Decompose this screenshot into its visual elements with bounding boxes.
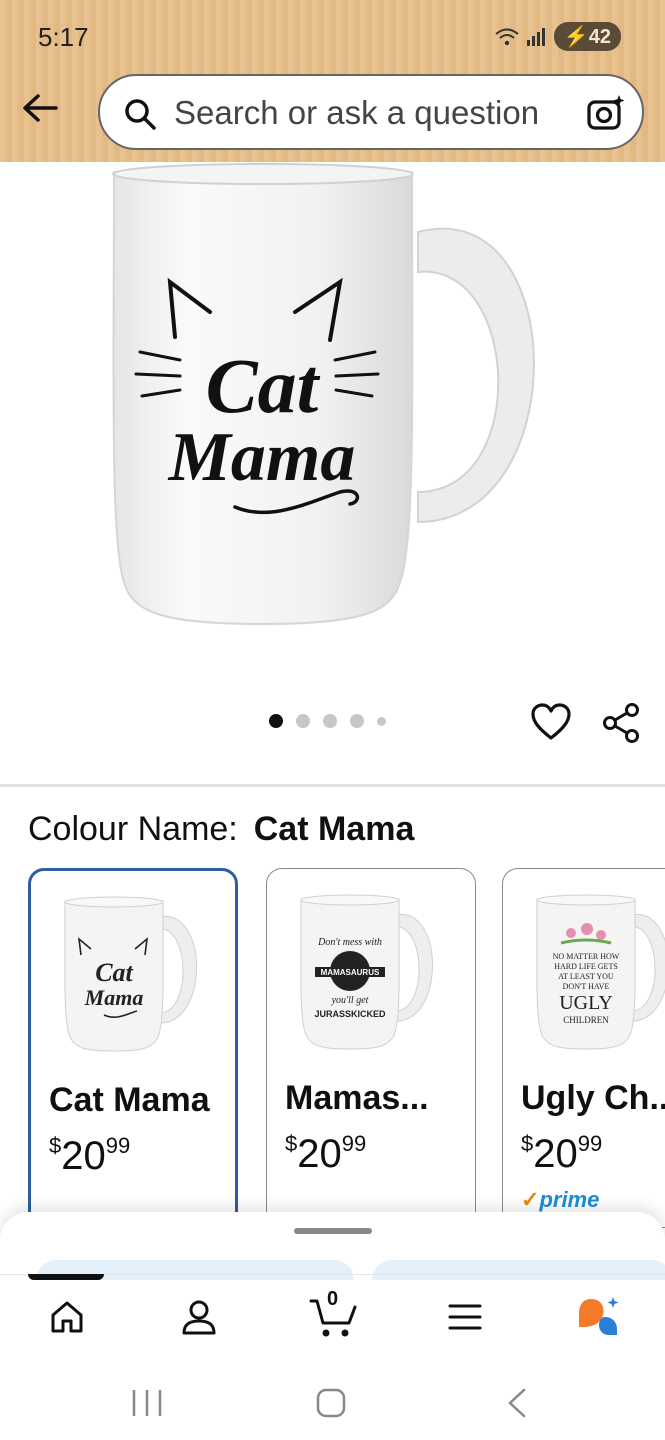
- system-back-icon[interactable]: [504, 1388, 532, 1418]
- search-icon: [125, 99, 156, 130]
- swatch-name: Mamas...: [285, 1079, 429, 1117]
- active-tab-indicator: [28, 1274, 104, 1280]
- swatch-price: $2099: [285, 1131, 366, 1177]
- variation-label-row: Colour Name: Cat Mama: [28, 810, 414, 849]
- price-cents: 99: [341, 1131, 367, 1156]
- search-bar[interactable]: Search or ask a question: [98, 74, 644, 150]
- battery-bolt-icon: ⚡: [563, 26, 589, 48]
- svg-text:you'll get: you'll get: [331, 995, 369, 1006]
- swatch-name: Ugly Ch...: [521, 1079, 665, 1117]
- carousel-dot[interactable]: [323, 714, 337, 728]
- svg-text:UGLY: UGLY: [559, 992, 613, 1014]
- wishlist-button[interactable]: [530, 702, 572, 749]
- menu-icon: [448, 1304, 482, 1330]
- variation-swatch-ugly-children[interactable]: NO MATTER HOW HARD LIFE GETS AT LEAST YO…: [502, 868, 665, 1228]
- swatch-price: $2099: [49, 1133, 130, 1179]
- heart-icon: [531, 703, 571, 740]
- price-whole: 20: [61, 1134, 106, 1178]
- prime-check-icon: ✓: [521, 1187, 540, 1212]
- swatch-price: $2099: [521, 1131, 602, 1177]
- svg-text:HARD LIFE GETS: HARD LIFE GETS: [554, 962, 618, 971]
- svg-text:AT LEAST YOU: AT LEAST YOU: [558, 972, 614, 981]
- carousel-dot[interactable]: [377, 716, 386, 726]
- colour-selected-value: Cat Mama: [253, 810, 415, 848]
- battery-level: 42: [588, 26, 611, 48]
- nav-cart[interactable]: 0: [306, 1288, 362, 1342]
- svg-text:JURASSKICKED: JURASSKICKED: [314, 1009, 386, 1019]
- price-whole: 20: [533, 1132, 578, 1176]
- svg-text:Don't mess with: Don't mess with: [317, 937, 382, 948]
- variation-swatch-mamasaurus[interactable]: Don't mess with MAMASAURUS you'll get JU…: [266, 868, 476, 1228]
- carousel-dot[interactable]: [350, 714, 364, 728]
- nav-account[interactable]: [174, 1292, 224, 1342]
- person-icon: [182, 1300, 216, 1335]
- nav-menu[interactable]: [440, 1292, 490, 1342]
- svg-text:MAMASAURUS: MAMASAURUS: [321, 968, 380, 977]
- sheet-peek-button-right[interactable]: [372, 1260, 665, 1280]
- carousel-dot[interactable]: [296, 714, 310, 728]
- prime-label: prime: [539, 1187, 600, 1212]
- home-icon: [51, 1301, 83, 1333]
- search-input[interactable]: Search or ask a question: [174, 94, 539, 132]
- price-cents: 99: [577, 1131, 603, 1156]
- price-symbol: $: [521, 1131, 534, 1156]
- mug-text-cat: Cat: [206, 342, 321, 429]
- price-symbol: $: [285, 1131, 298, 1156]
- price-whole: 20: [297, 1132, 342, 1176]
- home-button-icon[interactable]: [314, 1388, 348, 1418]
- svg-text:Mama: Mama: [84, 985, 144, 1010]
- arrow-left-icon: [23, 94, 58, 122]
- svg-text:DON'T HAVE: DON'T HAVE: [563, 982, 610, 991]
- swatch-name: Cat Mama: [49, 1081, 210, 1119]
- product-image[interactable]: Cat Mama: [100, 162, 570, 652]
- battery-indicator: ⚡42: [553, 22, 621, 51]
- share-button[interactable]: [600, 702, 642, 749]
- swatch-image: Cat Mama: [64, 896, 197, 1052]
- share-icon: [603, 703, 639, 743]
- price-symbol: $: [49, 1133, 62, 1158]
- svg-text:Cat: Cat: [95, 958, 133, 987]
- status-time: 5:17: [38, 22, 89, 52]
- price-cents: 99: [105, 1133, 131, 1158]
- back-button[interactable]: [20, 88, 60, 132]
- svg-text:NO MATTER HOW: NO MATTER HOW: [553, 952, 620, 961]
- status-icons: ⚡42: [494, 22, 621, 51]
- image-carousel-dots: [269, 714, 386, 728]
- nav-rufus[interactable]: [574, 1292, 624, 1342]
- camera-search-icon[interactable]: [586, 93, 626, 133]
- system-navigation-bar: [0, 1388, 665, 1438]
- variation-swatch-cat-mama[interactable]: Cat Mama Cat Mama $2099: [28, 868, 238, 1228]
- prime-badge: ✓prime: [521, 1187, 599, 1213]
- colour-label: Colour Name:: [28, 810, 238, 848]
- signal-icon: [526, 27, 545, 46]
- carousel-dot-active[interactable]: [269, 714, 283, 728]
- svg-text:CHILDREN: CHILDREN: [563, 1015, 609, 1025]
- cart-count: 0: [327, 1288, 339, 1310]
- nav-home[interactable]: [42, 1292, 92, 1342]
- section-divider: [0, 784, 665, 787]
- swatch-image: NO MATTER HOW HARD LIFE GETS AT LEAST YO…: [536, 894, 665, 1050]
- swatch-image: Don't mess with MAMASAURUS you'll get JU…: [300, 894, 433, 1050]
- header-bar: 5:17 ⚡42 Search or ask a question: [0, 0, 665, 162]
- recents-icon[interactable]: [130, 1388, 164, 1418]
- mug-text-mama: Mama: [168, 419, 356, 496]
- sheet-drag-handle[interactable]: [294, 1228, 372, 1234]
- wifi-icon: [495, 28, 519, 45]
- bottom-sheet[interactable]: 0: [0, 1212, 665, 1440]
- rufus-assistant-icon: [579, 1297, 619, 1335]
